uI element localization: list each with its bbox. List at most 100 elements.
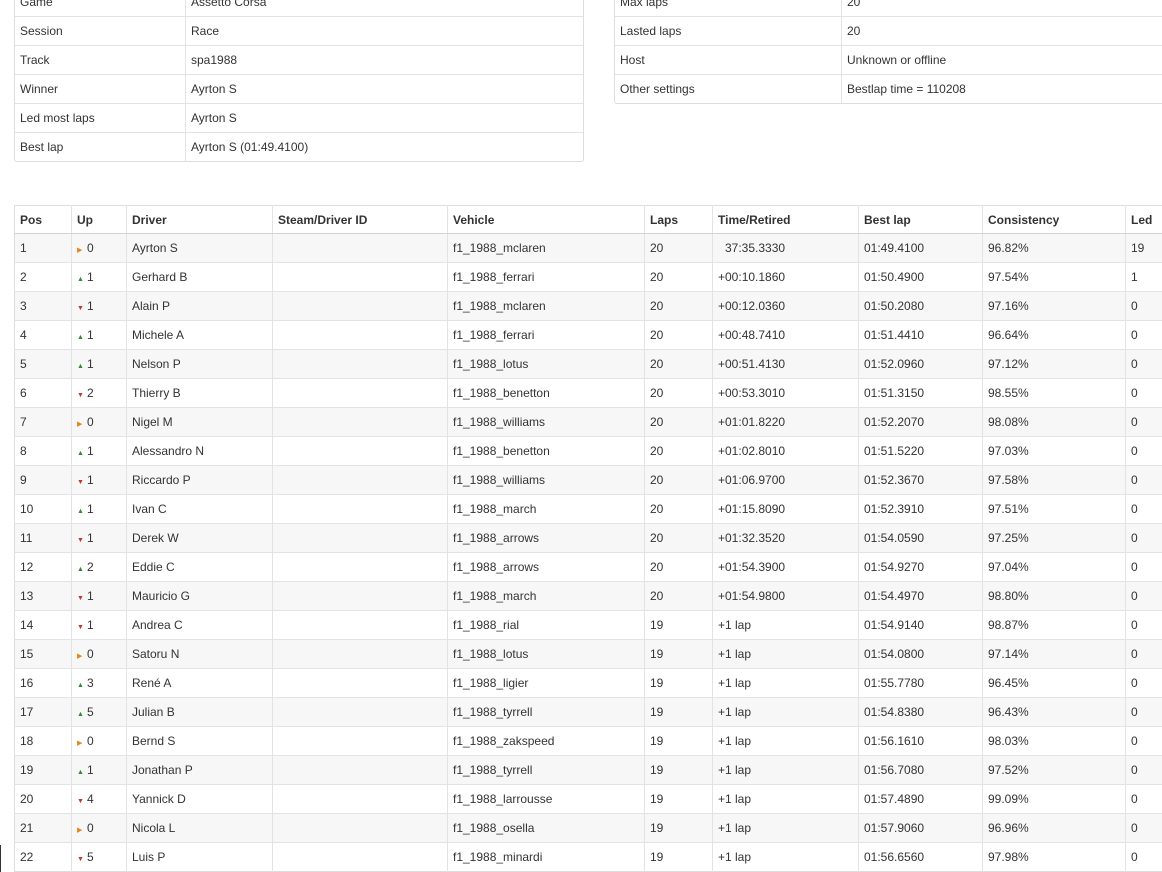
cell-led: 0 — [1125, 291, 1162, 321]
cell-best-lap: 01:50.4900 — [858, 262, 983, 292]
cell-led: 0 — [1125, 320, 1162, 350]
cell-driver: Nelson P — [126, 349, 273, 379]
cell-vehicle: f1_1988_ligier — [447, 668, 645, 698]
result-row[interactable]: 11 ▼ 1 Derek Wf1_1988_arrows 20 +01:32.3520 01… — [14, 523, 1162, 553]
cell-driver: Yannick D — [126, 784, 273, 814]
result-row[interactable]: 2 ▲ 1 Gerhard Bf1_1988_ferrari 20 +00:10.1860… — [14, 262, 1162, 292]
cell-steam-id — [272, 349, 448, 379]
cell-best-lap: 01:52.0960 — [858, 349, 983, 379]
result-row[interactable]: 6 ▼ 2 Thierry Bf1_1988_benetton 20 +00:53.301… — [14, 378, 1162, 408]
cell-pos: 11 — [14, 523, 72, 553]
result-row[interactable]: 18 ▶ 0 Bernd Sf1_1988_zakspeed 19 +1 lap 01:56… — [14, 726, 1162, 756]
cell-laps: 20 — [644, 320, 713, 350]
arrow-down-icon: ▼ — [77, 798, 84, 805]
cell-laps: 19 — [644, 842, 713, 872]
col-header-laps[interactable]: Laps — [644, 205, 713, 234]
session-info-label: Game — [15, 0, 186, 17]
cell-led: 0 — [1125, 639, 1162, 669]
result-row[interactable]: 1 ▶ 0 Ayrton Sf1_1988_mclaren 20 37:35.3330 01… — [14, 233, 1162, 263]
cell-consistency: 97.51% — [982, 494, 1126, 524]
session-info-row: Best lap Ayrton S (01:49.4100) — [15, 132, 583, 161]
session-info-row: Session Race — [15, 16, 583, 46]
col-header-time[interactable]: Time/Retired — [712, 205, 859, 234]
result-row[interactable]: 3 ▼ 1 Alain Pf1_1988_mclaren 20 +00:12.0360 01… — [14, 291, 1162, 321]
col-header-driver[interactable]: Driver — [126, 205, 273, 234]
cell-position-change: ▼ 1 — [71, 465, 127, 495]
col-header-best-lap[interactable]: Best lap — [858, 205, 983, 234]
arrow-up-icon: ▲ — [77, 363, 84, 370]
session-info-value: Ayrton S (01:49.4100) — [185, 132, 583, 161]
position-change-value: 1 — [87, 357, 94, 371]
result-row[interactable]: 21 ▶ 0 Nicola Lf1_1988_osella 19 +1 lap 01:57.… — [14, 813, 1162, 843]
result-row[interactable]: 12 ▲ 2 Eddie Cf1_1988_arrows 20 +01:54.3900 01… — [14, 552, 1162, 582]
cell-pos: 2 — [14, 262, 72, 292]
col-header-steam-id[interactable]: Steam/Driver ID — [272, 205, 448, 234]
cell-position-change: ▼ 2 — [71, 378, 127, 408]
position-change-value: 5 — [87, 705, 94, 719]
cell-vehicle: f1_1988_williams — [447, 465, 645, 495]
server-info-row: Lasted laps 20 — [615, 16, 1162, 46]
cell-best-lap: 01:52.3670 — [858, 465, 983, 495]
result-row[interactable]: 8 ▲ 1 Alessandro Nf1_1988_benetton 20 +01:02.… — [14, 436, 1162, 466]
cell-vehicle: f1_1988_march — [447, 494, 645, 524]
cell-consistency: 96.82% — [982, 233, 1126, 263]
col-header-up[interactable]: Up — [71, 205, 127, 234]
result-row[interactable]: 9 ▼ 1 Riccardo Pf1_1988_williams 20 +01:06.97… — [14, 465, 1162, 495]
result-row[interactable]: 17 ▲ 5 Julian Bf1_1988_tyrrell 19 +1 lap 01:54… — [14, 697, 1162, 727]
result-row[interactable]: 10 ▲ 1 Ivan Cf1_1988_march 20 +01:15.8090 01:5… — [14, 494, 1162, 524]
cell-best-lap: 01:52.2070 — [858, 407, 983, 437]
result-row[interactable]: 5 ▲ 1 Nelson Pf1_1988_lotus 20 +00:51.4130 01:… — [14, 349, 1162, 379]
col-header-pos[interactable]: Pos — [14, 205, 72, 234]
cell-time: +1 lap — [712, 784, 859, 814]
cell-led: 0 — [1125, 755, 1162, 785]
cell-best-lap: 01:50.2080 — [858, 291, 983, 321]
cell-best-lap: 01:51.5220 — [858, 436, 983, 466]
server-info-row: Host Unknown or offline — [615, 45, 1162, 75]
cell-led: 0 — [1125, 349, 1162, 379]
position-change-value: 3 — [87, 676, 94, 690]
position-change-value: 0 — [87, 241, 94, 255]
cell-best-lap: 01:49.4100 — [858, 233, 983, 263]
cell-laps: 19 — [644, 610, 713, 640]
cell-consistency: 97.54% — [982, 262, 1126, 292]
cell-consistency: 97.52% — [982, 755, 1126, 785]
result-row[interactable]: 4 ▲ 1 Michele Af1_1988_ferrari 20 +00:48.7410… — [14, 320, 1162, 350]
cell-driver: Nigel M — [126, 407, 273, 437]
cell-consistency: 97.04% — [982, 552, 1126, 582]
cell-pos: 14 — [14, 610, 72, 640]
cell-best-lap: 01:54.0590 — [858, 523, 983, 553]
cell-best-lap: 01:54.9270 — [858, 552, 983, 582]
result-row[interactable]: 19 ▲ 1 Jonathan Pf1_1988_tyrrell 19 +1 lap 01:… — [14, 755, 1162, 785]
cell-position-change: ▲ 1 — [71, 436, 127, 466]
cell-position-change: ▼ 5 — [71, 842, 127, 872]
arrow-right-icon: ▶ — [77, 421, 83, 428]
col-header-consistency[interactable]: Consistency — [982, 205, 1126, 234]
cell-steam-id — [272, 755, 448, 785]
server-info-value: 20 — [841, 16, 1162, 46]
position-change-value: 4 — [87, 792, 94, 806]
cell-steam-id — [272, 523, 448, 553]
result-row[interactable]: 16 ▲ 3 René Af1_1988_ligier 19 +1 lap 01:55.77… — [14, 668, 1162, 698]
cell-pos: 3 — [14, 291, 72, 321]
col-header-led[interactable]: Led — [1125, 205, 1162, 234]
server-info-value: Unknown or offline — [841, 45, 1162, 75]
cell-driver: Andrea C — [126, 610, 273, 640]
server-info-row: Other settings Bestlap time = 110208 — [615, 74, 1162, 103]
session-info-label: Best lap — [15, 132, 186, 161]
cell-pos: 12 — [14, 552, 72, 582]
result-row[interactable]: 22 ▼ 5 Luis Pf1_1988_minardi 19 +1 lap 01:56.6… — [14, 842, 1162, 872]
cell-steam-id — [272, 668, 448, 698]
col-header-vehicle[interactable]: Vehicle — [447, 205, 645, 234]
result-row[interactable]: 13 ▼ 1 Mauricio Gf1_1988_march 20 +01:54.9800… — [14, 581, 1162, 611]
result-row[interactable]: 7 ▶ 0 Nigel Mf1_1988_williams 20 +01:01.8220 0… — [14, 407, 1162, 437]
result-row[interactable]: 20 ▼ 4 Yannick Df1_1988_larrousse 19 +1 lap 01… — [14, 784, 1162, 814]
cell-position-change: ▶ 0 — [71, 639, 127, 669]
cell-vehicle: f1_1988_rial — [447, 610, 645, 640]
cell-vehicle: f1_1988_osella — [447, 813, 645, 843]
cell-consistency: 97.58% — [982, 465, 1126, 495]
result-row[interactable]: 15 ▶ 0 Satoru Nf1_1988_lotus 19 +1 lap 01:54.0… — [14, 639, 1162, 669]
session-info-row: Game Assetto Corsa — [15, 0, 583, 17]
result-row[interactable]: 14 ▼ 1 Andrea Cf1_1988_rial 19 +1 lap 01:54.91… — [14, 610, 1162, 640]
cell-consistency: 97.98% — [982, 842, 1126, 872]
cell-position-change: ▲ 2 — [71, 552, 127, 582]
